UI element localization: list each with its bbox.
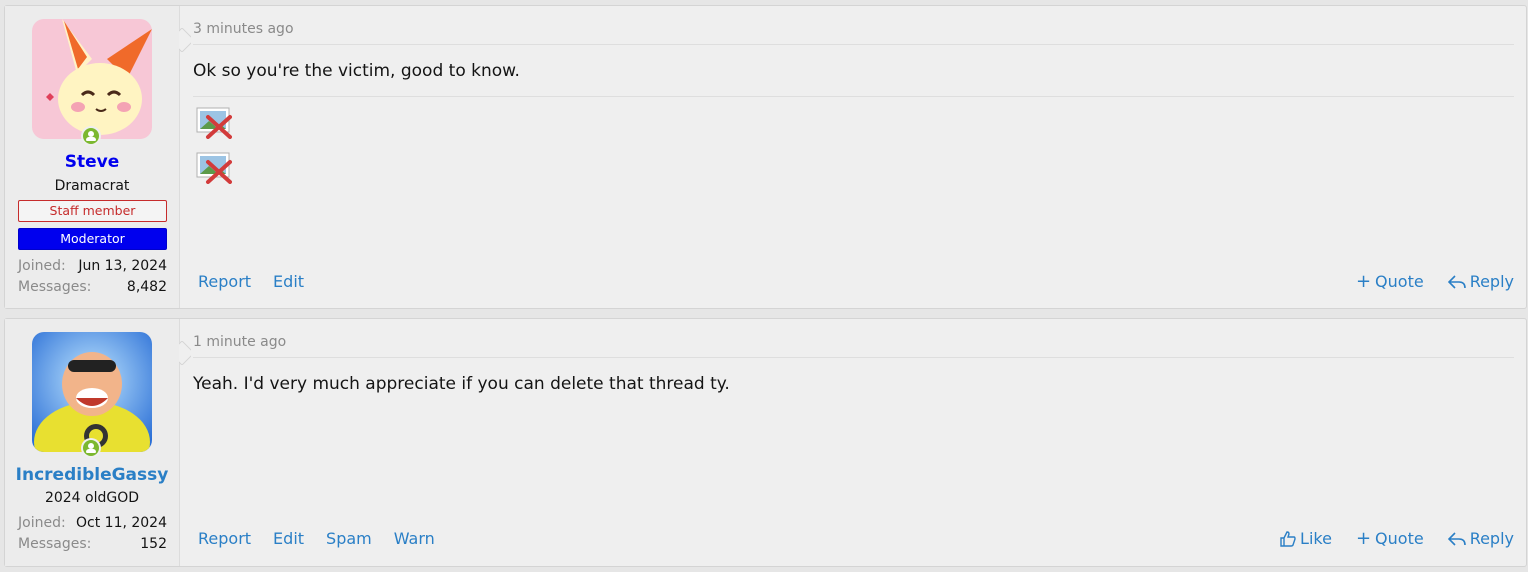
- warn-link[interactable]: Warn: [394, 529, 435, 548]
- quote-button[interactable]: + Quote: [1356, 529, 1424, 548]
- message-pointer: [179, 28, 191, 52]
- reply-arrow-icon: [1447, 531, 1466, 546]
- post-timestamp[interactable]: 1 minute ago: [193, 334, 286, 350]
- plus-icon: +: [1355, 270, 1372, 292]
- reply-arrow-icon: [1447, 274, 1466, 289]
- thumbs-up-icon: [1280, 530, 1296, 547]
- broken-image-icon[interactable]: [196, 107, 232, 139]
- messages-label: Messages:: [18, 536, 92, 552]
- report-link[interactable]: Report: [198, 272, 251, 291]
- edit-link[interactable]: Edit: [273, 272, 304, 291]
- joined-value: Jun 13, 2024: [78, 258, 167, 274]
- post-actions-left: Report Edit: [198, 272, 326, 291]
- post-message: Ok so you're the victim, good to know.: [193, 61, 520, 81]
- quote-button[interactable]: + Quote: [1356, 272, 1424, 291]
- divider: [193, 96, 1514, 97]
- online-status-icon: [81, 438, 101, 458]
- joined-label: Joined:: [18, 515, 66, 531]
- post-timestamp[interactable]: 3 minutes ago: [193, 21, 294, 37]
- reply-button[interactable]: Reply: [1447, 272, 1514, 291]
- quote-label: Quote: [1375, 272, 1424, 291]
- message-pointer: [179, 341, 191, 365]
- broken-image-icon[interactable]: [196, 152, 232, 184]
- joined-value: Oct 11, 2024: [76, 515, 167, 531]
- messages-label: Messages:: [18, 279, 92, 295]
- post-actions-right: + Quote Reply: [1332, 272, 1514, 291]
- post-message: Yeah. I'd very much appreciate if you ca…: [193, 374, 730, 394]
- post-user-info: IncredibleGassy 2024 oldGOD Joined: Oct …: [5, 319, 180, 566]
- moderator-badge: Moderator: [18, 228, 167, 250]
- post: Steve Dramacrat Staff member Moderator J…: [4, 5, 1527, 309]
- online-status-icon: [81, 126, 101, 146]
- avatar[interactable]: [32, 19, 152, 139]
- plus-icon: +: [1355, 527, 1372, 549]
- messages-value[interactable]: 152: [140, 536, 167, 552]
- post-user-info: Steve Dramacrat Staff member Moderator J…: [5, 6, 180, 308]
- spam-link[interactable]: Spam: [326, 529, 372, 548]
- messages-value[interactable]: 8,482: [127, 279, 167, 295]
- avatar[interactable]: [32, 332, 152, 452]
- post: IncredibleGassy 2024 oldGOD Joined: Oct …: [4, 318, 1527, 567]
- post-author-name[interactable]: IncredibleGassy: [5, 465, 179, 485]
- divider: [193, 44, 1514, 45]
- user-title: Dramacrat: [54, 178, 130, 194]
- edit-link[interactable]: Edit: [273, 529, 304, 548]
- staff-member-badge: Staff member: [18, 200, 167, 222]
- joined-label: Joined:: [18, 258, 66, 274]
- quote-label: Quote: [1375, 529, 1424, 548]
- post-body: 1 minute ago Yeah. I'd very much appreci…: [193, 319, 1514, 566]
- post-actions-left: Report Edit Spam Warn: [198, 529, 457, 548]
- divider: [193, 357, 1514, 358]
- like-button[interactable]: Like: [1280, 529, 1332, 548]
- post-author-name[interactable]: Steve: [5, 152, 179, 172]
- reply-label: Reply: [1469, 529, 1514, 548]
- joined-stat: Joined: Oct 11, 2024: [18, 515, 167, 531]
- user-title: 2024 oldGOD: [44, 490, 140, 506]
- joined-stat: Joined: Jun 13, 2024: [18, 258, 167, 274]
- messages-stat: Messages: 152: [18, 536, 167, 552]
- post-actions-right: Like + Quote Reply: [1256, 529, 1514, 548]
- messages-stat: Messages: 8,482: [18, 279, 167, 295]
- reply-button[interactable]: Reply: [1447, 529, 1514, 548]
- report-link[interactable]: Report: [198, 529, 251, 548]
- reply-label: Reply: [1469, 272, 1514, 291]
- like-label: Like: [1300, 529, 1332, 548]
- post-body: 3 minutes ago Ok so you're the victim, g…: [193, 6, 1514, 308]
